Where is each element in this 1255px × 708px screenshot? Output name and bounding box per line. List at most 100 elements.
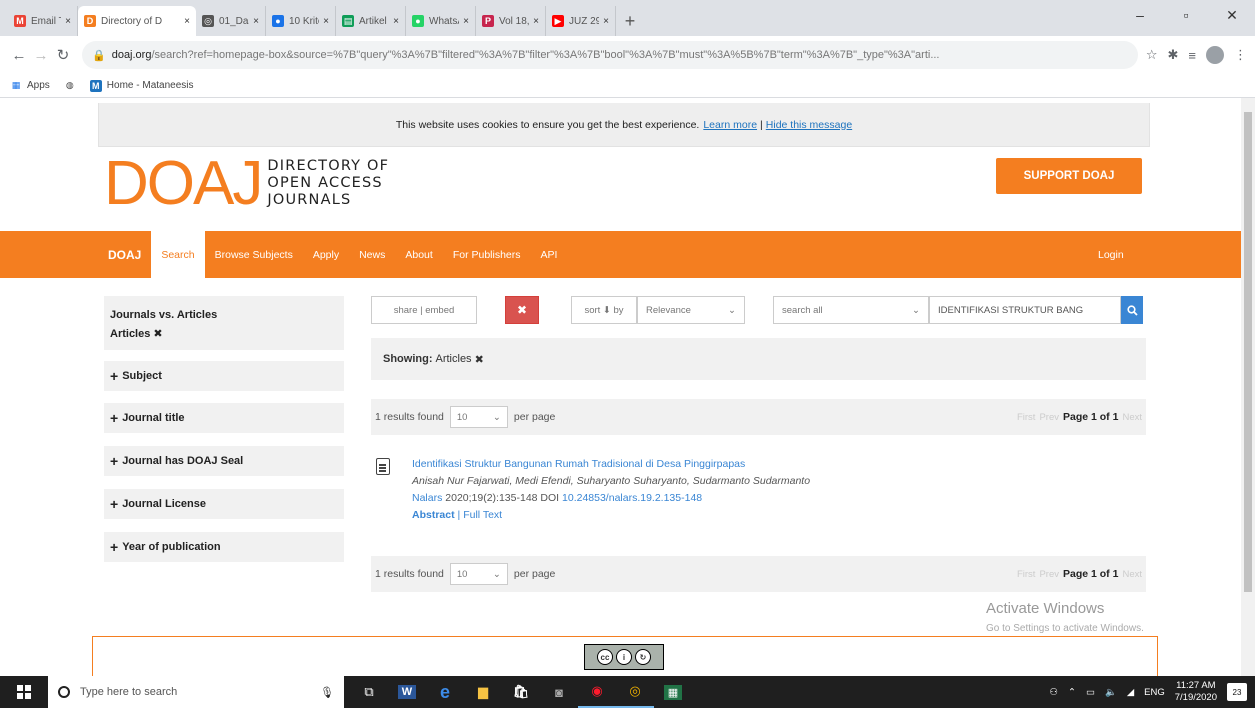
sort-by-button[interactable]: sort ⬇ by [571,296,637,324]
remove-filter-icon[interactable]: ✖ [475,353,484,366]
hide-message-link[interactable]: Hide this message [766,119,852,131]
abstract-toggle[interactable]: Abstract [412,509,455,521]
page-scrollbar[interactable] [1241,98,1255,676]
cc-sa-icon: ↻ [635,649,651,665]
tab-close-icon[interactable]: × [603,16,609,27]
network-icon[interactable]: ▭ [1086,687,1095,698]
pager-prev[interactable]: Prev [1039,412,1059,423]
browser-tab[interactable]: ▤ Artikel - Tem × [336,6,406,36]
excel-icon[interactable]: ▦ [654,676,692,708]
opera-icon[interactable]: ◉ [578,676,616,708]
nav-item-api[interactable]: API [531,231,568,278]
reading-list-icon[interactable]: ≡ [1188,48,1196,63]
nav-item-for-publishers[interactable]: For Publishers [443,231,531,278]
pager-prev[interactable]: Prev [1039,569,1059,580]
browser-tab[interactable]: ▶ JUZ 29 Fl × [546,6,616,36]
remove-filter-icon[interactable]: ✖ [153,328,162,340]
bookmark-globe[interactable]: ◍ [64,80,76,92]
browser-tab[interactable]: ◎ 01_Dasar-Das × [196,6,266,36]
start-button[interactable] [0,676,48,708]
facet-subject[interactable]: + Subject [104,361,344,391]
language-indicator[interactable]: ENG [1144,687,1165,698]
profile-avatar[interactable] [1206,46,1224,64]
teams-icon[interactable]: ◙ [540,676,578,708]
facet-journal-license[interactable]: + Journal License [104,489,344,519]
sort-select[interactable]: Relevance ⌄ [637,296,745,324]
facet-journals-vs-articles[interactable]: Journals vs. Articles Articles ✖ [104,296,344,350]
search-input[interactable]: IDENTIFIKASI STRUKTUR BANG [929,296,1121,324]
edge-icon[interactable]: e [426,676,464,708]
scrollbar-thumb[interactable] [1244,112,1252,592]
people-icon[interactable]: ⚇ [1050,687,1059,698]
tab-close-icon[interactable]: × [393,16,399,27]
facet-selected-articles[interactable]: Articles ✖ [110,327,163,340]
nav-item-news[interactable]: News [349,231,395,278]
close-window-button[interactable]: ✕ [1209,0,1255,30]
url-input[interactable]: 🔒 doaj.org /search?ref=homepage-box&sour… [82,41,1138,69]
facet-journal-has-doaj-seal[interactable]: + Journal has DOAJ Seal [104,446,344,476]
tab-close-icon[interactable]: × [253,16,259,27]
taskbar-search-box[interactable]: Type here to search 🎙 [48,676,344,708]
nav-login[interactable]: Login [1088,231,1134,278]
facet-year-of-publication[interactable]: + Year of publication [104,532,344,562]
file-explorer-icon[interactable]: ▆ [464,676,502,708]
search-icon[interactable] [1121,296,1143,324]
nav-item-about[interactable]: About [395,231,442,278]
forward-icon[interactable]: → [30,47,52,64]
nav-brand[interactable]: DOAJ [98,231,151,278]
word-icon[interactable]: W [388,676,426,708]
tab-close-icon[interactable]: × [65,16,71,27]
browser-tab[interactable]: M Email Terkirim × [8,6,78,36]
search-field-select[interactable]: search all ⌄ [773,296,929,324]
back-icon[interactable]: ← [8,47,30,64]
journal-link[interactable]: Nalars [412,492,442,504]
share-embed-button[interactable]: share | embed [371,296,477,324]
browser-tab[interactable]: D Directory of D × [78,6,196,36]
full-text-link[interactable]: Full Text [463,509,502,521]
per-page-select[interactable]: 10 ⌄ [449,406,508,428]
pager-first[interactable]: First [1017,412,1035,423]
creative-commons-badge[interactable]: cc i ↻ [584,644,664,670]
doi-link[interactable]: 10.24853/nalars.19.2.135-148 [562,492,702,504]
tab-close-icon[interactable]: × [533,16,539,27]
task-view-icon[interactable]: ⧉ [350,676,388,708]
tab-close-icon[interactable]: × [463,16,469,27]
per-page-select[interactable]: 10 ⌄ [449,563,508,585]
doaj-logo[interactable]: DOAJ DIRECTORY OF OPEN ACCESS JOURNALS [104,153,389,215]
clock[interactable]: 11:27 AM 7/19/2020 [1175,680,1217,704]
learn-more-link[interactable]: Learn more [703,119,757,131]
notification-center-icon[interactable]: 23 [1227,683,1247,701]
pager-first[interactable]: First [1017,569,1035,580]
microphone-icon[interactable]: 🎙 [320,686,334,699]
result-title-link[interactable]: Identifikasi Struktur Bangunan Rumah Tra… [412,456,810,473]
reload-icon[interactable]: ↻ [52,46,74,64]
minimize-button[interactable]: – [1117,0,1163,30]
extension-icon[interactable]: ✱ [1168,47,1179,63]
browser-tab[interactable]: ● WhatsApp × [406,6,476,36]
support-doaj-button[interactable]: SUPPORT DOAJ [996,158,1142,194]
pager-next[interactable]: Next [1122,412,1142,423]
bookmark-home-mataneesis[interactable]: M Home - Mataneesis [89,79,194,92]
clear-search-button[interactable]: ✖ [505,296,539,324]
bookmark-apps[interactable]: ▦ Apps [10,80,50,92]
browser-tab[interactable]: ● 10 Kriteria Ru × [266,6,336,36]
volume-icon[interactable]: 🔈 [1105,687,1117,698]
nav-item-apply[interactable]: Apply [303,231,349,278]
pager-next[interactable]: Next [1122,569,1142,580]
maximize-button[interactable]: ▫ [1163,0,1209,30]
chrome-icon[interactable]: ◎ [616,676,654,708]
facet-journal-title[interactable]: + Journal title [104,403,344,433]
new-tab-button[interactable]: + [616,6,644,36]
url-host: doaj.org [111,49,152,61]
browser-tab[interactable]: P Vol 18, No 2× [476,6,546,36]
tray-chevron-icon[interactable]: ⌃ [1068,687,1076,698]
nav-item-browse-subjects[interactable]: Browse Subjects [205,231,303,278]
nav-item-search[interactable]: Search [151,231,205,278]
bookmark-star-icon[interactable]: ☆ [1146,47,1158,63]
tab-close-icon[interactable]: × [184,16,190,27]
tab-close-icon[interactable]: × [323,16,329,27]
wifi-icon[interactable]: ◢ [1127,687,1134,698]
menu-kebab-icon[interactable]: ⋮ [1234,47,1247,63]
showing-value: Articles [435,353,472,365]
store-icon[interactable]: 🛍 [502,676,540,708]
